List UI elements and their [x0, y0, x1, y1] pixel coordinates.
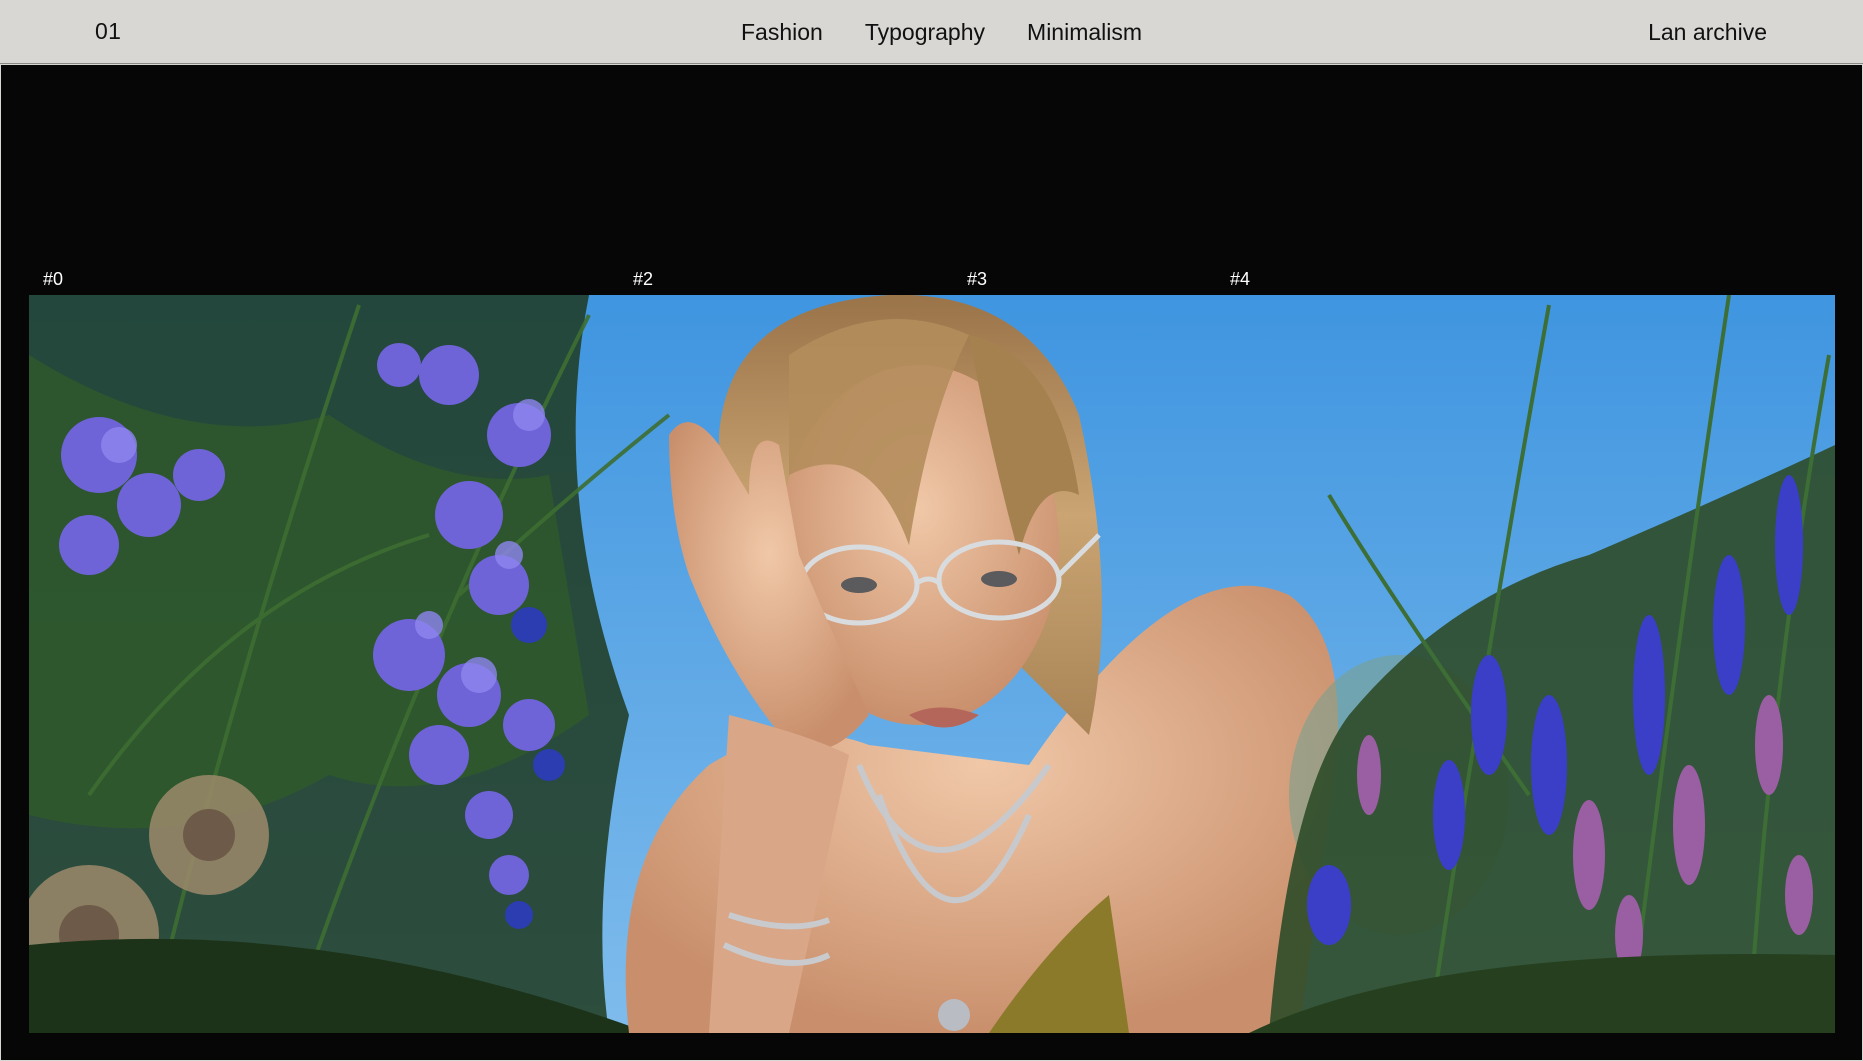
nav-link-minimalism[interactable]: Minimalism: [1027, 19, 1142, 46]
nav-link-fashion[interactable]: Fashion: [741, 19, 823, 46]
top-bar: 01 Fashion Typography Minimalism Lan arc…: [0, 0, 1863, 64]
nav-link-typography[interactable]: Typography: [865, 19, 985, 46]
gallery-stage: #0 #2 #3 #4: [1, 65, 1862, 1060]
frame-label-3: #3: [967, 269, 988, 289]
frame-label-4: #4: [1230, 269, 1251, 289]
page-index: 01: [95, 18, 122, 44]
left-foliage: [29, 295, 671, 1033]
frame-label-0: #0: [43, 269, 64, 289]
frame-label-2: #2: [633, 269, 654, 289]
hero-photo[interactable]: [29, 295, 1835, 1033]
archive-link[interactable]: Lan archive: [1648, 19, 1767, 46]
fashion-portrait-illustration: [29, 295, 1835, 1033]
main-nav: Fashion Typography Minimalism: [741, 19, 1142, 46]
